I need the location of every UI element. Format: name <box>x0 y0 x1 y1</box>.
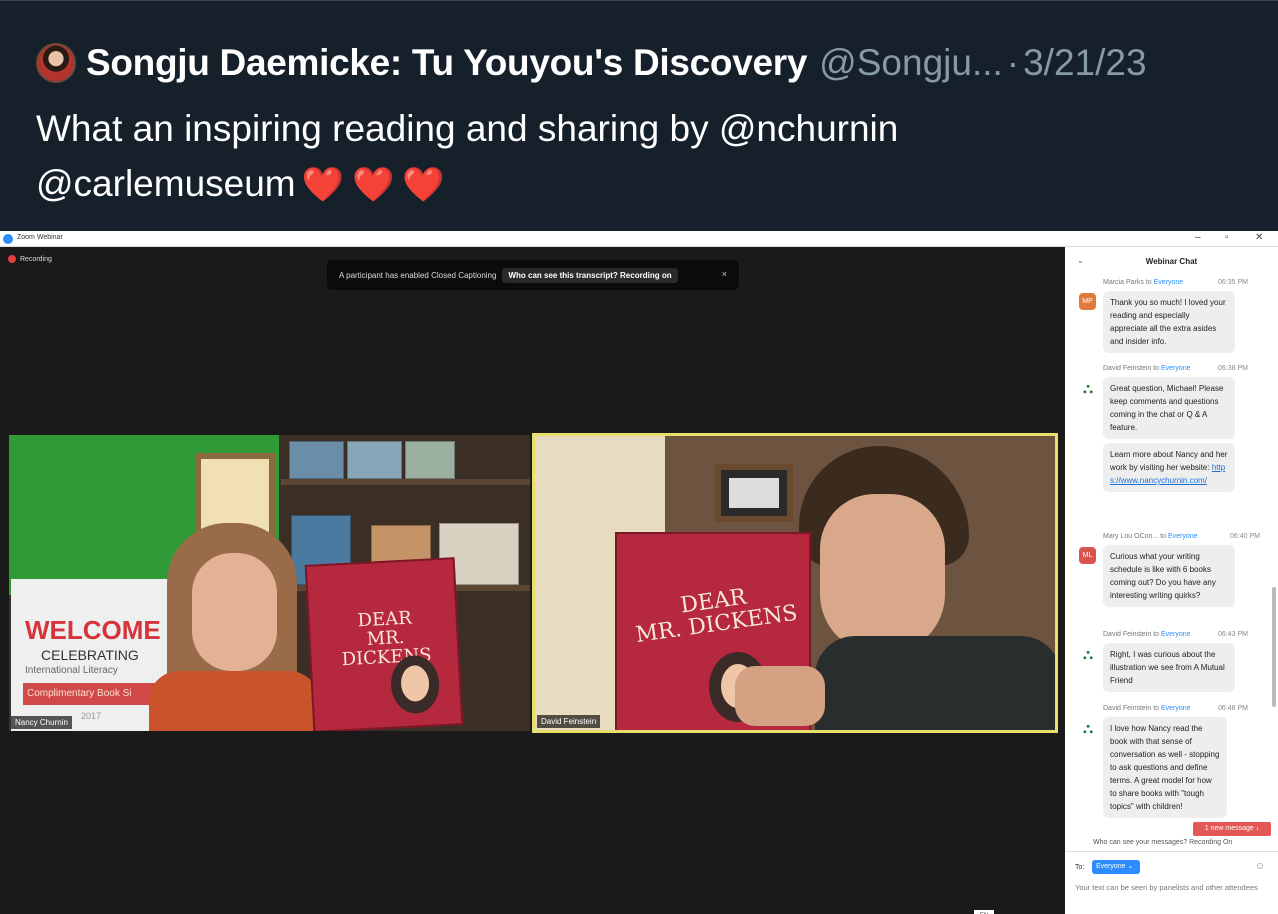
message-meta: Marcia Parks to Everyone <box>1103 279 1184 286</box>
sender-name: David Feinstein <box>1103 705 1152 712</box>
chat-message: David Feinstein to Everyone 06:48 PM ⛬ I… <box>1065 703 1278 821</box>
zoom-window-title: Zoom Webinar <box>17 234 63 241</box>
message-bubble[interactable]: Right, I was curious about the illustrat… <box>1103 643 1235 692</box>
shelf-book <box>405 441 455 479</box>
divider <box>1065 851 1278 852</box>
close-icon[interactable]: ✕ <box>1255 232 1263 243</box>
to-label: To: <box>1075 864 1085 871</box>
book-cover: DEAR MR. DICKENS <box>304 557 464 731</box>
message-bubble[interactable]: Great question, Michael! Please keep com… <box>1103 377 1235 439</box>
chat-title: Webinar Chat <box>1145 257 1198 266</box>
person-hand <box>735 666 825 726</box>
picture-frame <box>715 464 793 522</box>
banner-welcome: WELCOME <box>25 615 161 645</box>
avatar: MP <box>1079 293 1096 310</box>
webinar-chat-panel: ⌄ Webinar Chat Marcia Parks to Everyone … <box>1065 247 1278 914</box>
message-meta: David Feinstein to Everyone <box>1103 365 1191 372</box>
zoom-titlebar: Zoom Webinar – ▫ ✕ <box>0 231 1278 247</box>
banner-celebrating: CELEBRATING <box>41 647 139 663</box>
tweet-text-line-2: @carlemuseum ❤️❤️❤️ <box>36 156 1236 213</box>
museum-logo-icon: ⛬ <box>1083 646 1093 662</box>
video-tile-nancy[interactable]: WELCOME CELEBRATING International Litera… <box>9 435 530 731</box>
message-time: 06:40 PM <box>1230 533 1260 540</box>
museum-logo-icon: ⛬ <box>1083 380 1093 396</box>
message-meta: Mary Lou OCon... to Everyone <box>1103 533 1198 540</box>
tweet-header: Songju Daemicke: Tu Youyou's Discovery @… <box>36 41 1147 85</box>
maximize-icon[interactable]: ▫ <box>1225 232 1229 243</box>
emoji-icon[interactable]: ☺ <box>1255 861 1265 872</box>
tweet-author-handle[interactable]: @Songju... <box>819 42 1003 84</box>
heart-emojis: ❤️❤️❤️ <box>301 166 453 204</box>
who-can-see-messages[interactable]: Who can see your messages? Recording On <box>1093 839 1232 846</box>
message-meta: David Feinstein to Everyone <box>1103 631 1191 638</box>
recording-dot-icon <box>8 255 16 263</box>
recording-indicator: Recording <box>8 255 52 263</box>
separator-dot: · <box>1006 42 1020 83</box>
participant-name: Nancy Churnin <box>11 716 72 729</box>
zoom-logo-icon <box>3 234 13 244</box>
person-shirt <box>815 636 1055 730</box>
tweet: Songju Daemicke: Tu Youyou's Discovery @… <box>0 0 1278 230</box>
chat-scrollbar[interactable] <box>1272 587 1276 707</box>
welcome-banner: WELCOME CELEBRATING International Litera… <box>11 579 171 731</box>
message-time: 06:48 PM <box>1218 705 1248 712</box>
banner-year: 2017 <box>81 711 102 721</box>
new-message-button[interactable]: 1 new message ↓ <box>1193 822 1271 836</box>
message-bubble[interactable]: Curious what your writing schedule is li… <box>1103 545 1235 607</box>
closed-caption-banner: A participant has enabled Closed Caption… <box>327 260 739 290</box>
recipient: Everyone <box>1153 279 1184 286</box>
tweet-text-line-1: What an inspiring reading and sharing by… <box>36 108 899 149</box>
avatar: ML <box>1079 547 1096 564</box>
mention-carlemuseum[interactable]: @carlemuseum <box>36 163 296 204</box>
recipient-select[interactable]: Everyone ⌄ <box>1092 860 1140 874</box>
book-title: DEAR MR. DICKENS <box>629 579 802 649</box>
person-face <box>820 494 945 654</box>
sender-name: David Feinstein <box>1103 365 1152 372</box>
video-stage: Recording A participant has enabled Clos… <box>0 247 1065 914</box>
avatar[interactable] <box>36 43 76 83</box>
museum-logo-icon: ⛬ <box>1083 720 1093 736</box>
person-face <box>192 553 277 671</box>
sender-name: David Feinstein <box>1103 631 1152 638</box>
book-title: DEAR MR. DICKENS <box>319 608 452 671</box>
recipient: Everyone <box>1161 365 1191 372</box>
shelf-book <box>289 441 344 479</box>
message-time: 06:43 PM <box>1218 631 1248 638</box>
message-bubble[interactable]: I love how Nancy read the book with that… <box>1103 717 1227 818</box>
shelf-book <box>347 441 402 479</box>
chat-compose-input[interactable]: Your text can be seen by panelists and o… <box>1075 882 1265 893</box>
recording-label: Recording <box>20 255 52 263</box>
minimize-icon[interactable]: – <box>1195 232 1201 243</box>
participant-name: David Feinstein <box>537 715 601 728</box>
recipient: Everyone <box>1161 705 1191 712</box>
banner-intl: International Literacy <box>25 665 118 676</box>
recipient: Everyone <box>1161 631 1191 638</box>
cc-message: A participant has enabled Closed Caption… <box>339 270 497 280</box>
picture <box>729 478 779 508</box>
message-time: 06:35 PM <box>1218 279 1248 286</box>
tweet-image[interactable]: Zoom Webinar – ▫ ✕ Recording A participa… <box>0 231 1278 914</box>
message-bubble[interactable]: Learn more about Nancy and her work by v… <box>1103 443 1235 492</box>
message-bubble[interactable]: Thank you so much! I loved your reading … <box>1103 291 1235 353</box>
shelf-board <box>281 479 530 485</box>
video-tile-david[interactable]: DEAR MR. DICKENS David Feinstein <box>532 433 1058 733</box>
sender-name: Marcia Parks <box>1103 279 1144 286</box>
message-time: 06:38 PM <box>1218 365 1248 372</box>
person-top <box>149 671 319 731</box>
language-indicator[interactable]: EN <box>974 910 994 914</box>
cc-close-icon[interactable]: × <box>722 269 727 279</box>
tweet-author-name[interactable]: Songju Daemicke: Tu Youyou's Discovery <box>86 42 807 84</box>
recipient: Everyone <box>1168 533 1198 540</box>
tweet-date[interactable]: 3/21/23 <box>1023 42 1146 84</box>
sender-name: Mary Lou OCon... <box>1103 533 1159 540</box>
transcript-visibility-button[interactable]: Who can see this transcript? Recording o… <box>502 267 678 283</box>
message-text: Learn more about Nancy and her work by v… <box>1110 450 1228 472</box>
tweet-text: What an inspiring reading and sharing by… <box>36 101 1236 213</box>
message-meta: David Feinstein to Everyone <box>1103 705 1191 712</box>
